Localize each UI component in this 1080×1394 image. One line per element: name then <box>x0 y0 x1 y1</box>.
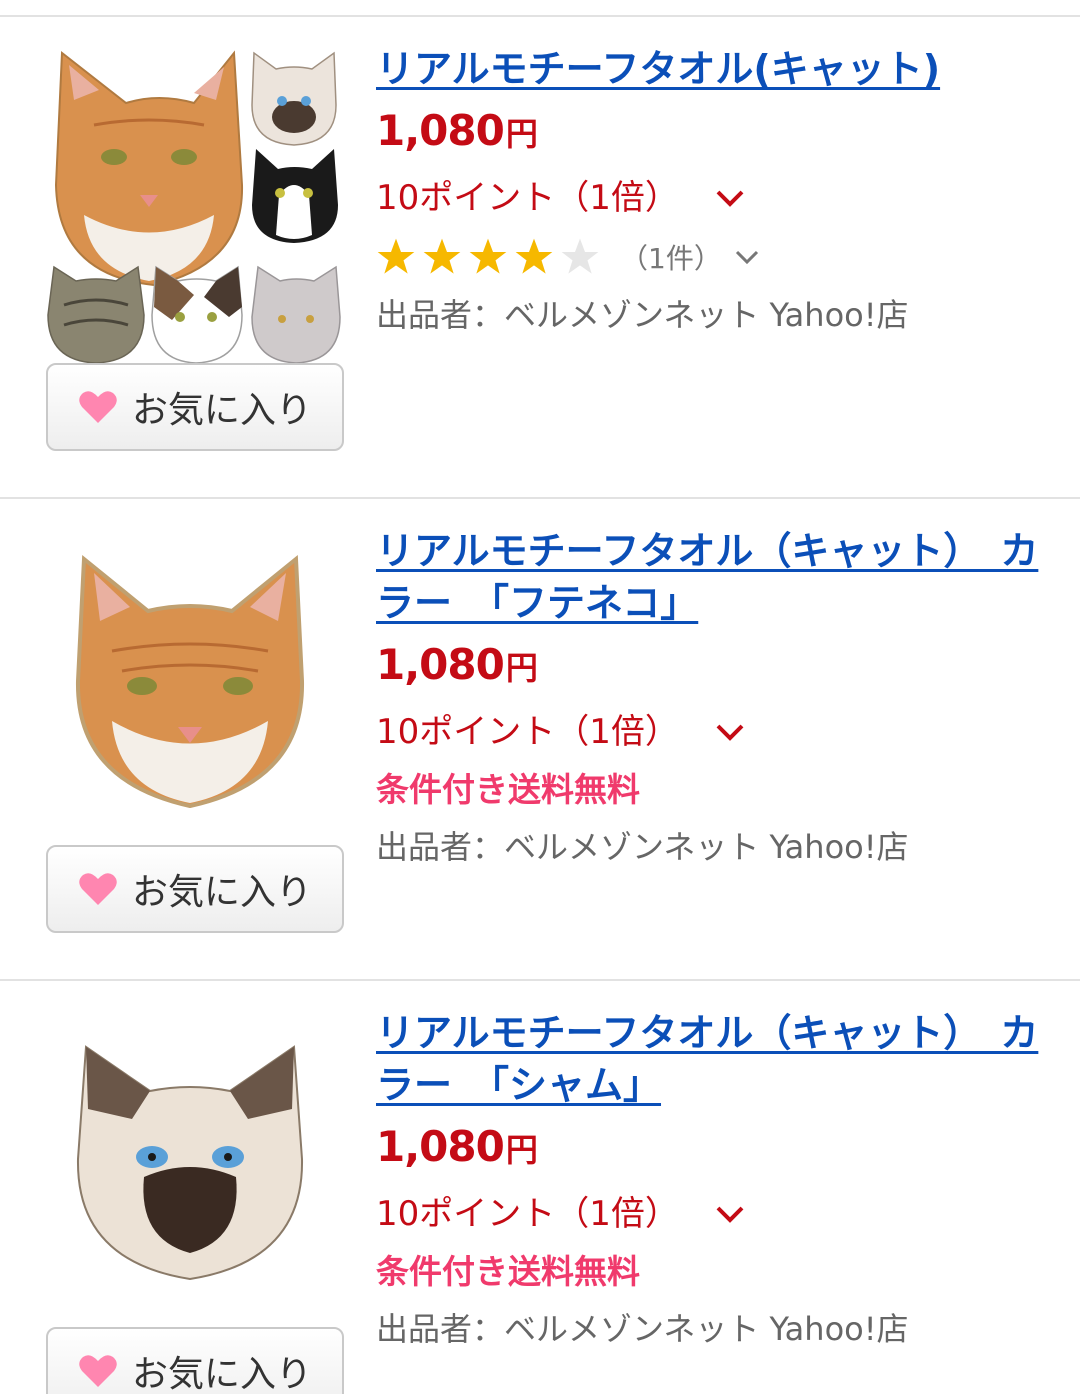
star-icon <box>515 238 553 274</box>
star-icon <box>469 238 507 274</box>
price-value: 1,080 <box>376 106 505 155</box>
chevron-down-icon[interactable] <box>715 187 745 209</box>
product-item: お気に入り リアルモチーフタオル(キャット) 1,080円 10ポイント（1倍）… <box>0 17 1080 497</box>
points-text: 10ポイント（1倍） <box>376 178 679 218</box>
star-empty-icon <box>561 238 599 274</box>
price-currency: 円 <box>505 115 538 153</box>
chevron-down-icon[interactable] <box>715 1203 745 1225</box>
search-results-page: お気に入り リアルモチーフタオル(キャット) 1,080円 10ポイント（1倍）… <box>0 0 1080 1394</box>
favorite-label: お気に入り <box>131 1354 312 1394</box>
product-info: リアルモチーフタオル（キャット） カラー 「フテネコ」 1,080円 10ポイン… <box>376 525 1070 876</box>
seller-text: 出品者：ベルメゾンネット Yahoo!店 <box>376 296 909 334</box>
price: 1,080円 <box>376 637 1070 702</box>
heart-icon <box>79 873 117 905</box>
points-row: 10ポイント（1倍） <box>376 1184 1070 1244</box>
price-currency: 円 <box>505 649 538 687</box>
points-row: 10ポイント（1倍） <box>376 168 1070 228</box>
product-title-link[interactable]: リアルモチーフタオル(キャット) <box>376 43 1070 95</box>
product-image-cat-collage[interactable] <box>44 45 346 365</box>
product-info: リアルモチーフタオル（キャット） カラー 「シャム」 1,080円 10ポイント… <box>376 1007 1070 1358</box>
favorite-button[interactable]: お気に入り <box>46 1327 344 1394</box>
product-item: お気に入り リアルモチーフタオル（キャット） カラー 「フテネコ」 1,080円… <box>0 499 1080 979</box>
favorite-label: お気に入り <box>131 390 312 431</box>
price: 1,080円 <box>376 103 1070 168</box>
price: 1,080円 <box>376 1119 1070 1184</box>
points-text: 10ポイント（1倍） <box>376 712 679 752</box>
price-value: 1,080 <box>376 1122 505 1171</box>
chevron-down-icon[interactable] <box>715 721 745 743</box>
star-icon <box>377 238 415 274</box>
favorite-button[interactable]: お気に入り <box>46 363 344 451</box>
rating-row: （1件） <box>376 228 1070 286</box>
shipping-badge: 条件付き送料無料 <box>376 770 640 809</box>
points-row: 10ポイント（1倍） <box>376 702 1070 762</box>
review-count[interactable]: （1件） <box>620 237 722 277</box>
heart-icon <box>79 1355 117 1387</box>
product-image-siamese-cat[interactable] <box>72 1039 308 1285</box>
price-currency: 円 <box>505 1131 538 1169</box>
seller-text: 出品者：ベルメゾンネット Yahoo!店 <box>376 828 909 866</box>
product-title-link[interactable]: リアルモチーフタオル（キャット） カラー 「シャム」 <box>376 1007 1070 1111</box>
product-title-link[interactable]: リアルモチーフタオル（キャット） カラー 「フテネコ」 <box>376 525 1070 629</box>
heart-icon <box>79 391 117 423</box>
favorite-button[interactable]: お気に入り <box>46 845 344 933</box>
shipping-badge: 条件付き送料無料 <box>376 1252 640 1291</box>
price-value: 1,080 <box>376 640 505 689</box>
product-image-ginger-cat[interactable] <box>72 551 308 813</box>
chevron-down-icon[interactable] <box>734 248 760 266</box>
favorite-label: お気に入り <box>131 872 312 913</box>
product-item: お気に入り リアルモチーフタオル（キャット） カラー 「シャム」 1,080円 … <box>0 981 1080 1394</box>
star-icon <box>423 238 461 274</box>
points-text: 10ポイント（1倍） <box>376 1194 679 1234</box>
product-info: リアルモチーフタオル(キャット) 1,080円 10ポイント（1倍） （1件） … <box>376 43 1070 344</box>
seller-text: 出品者：ベルメゾンネット Yahoo!店 <box>376 1310 909 1348</box>
